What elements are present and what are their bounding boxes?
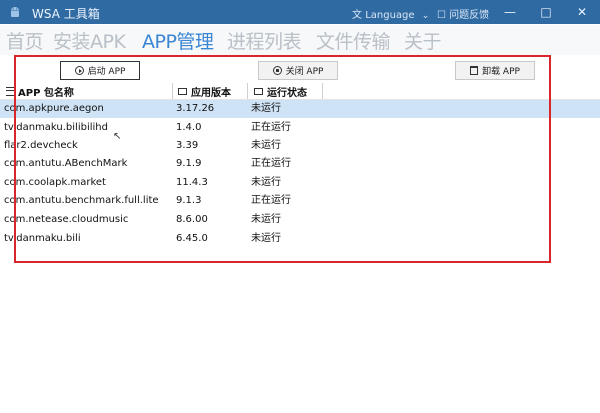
tab-app-management[interactable]: APP管理 [142, 27, 214, 54]
table-row[interactable]: com.apkpure.aegon 3.17.26 未运行 [0, 100, 600, 118]
feedback-button[interactable]: ☐ 问题反馈 [437, 6, 489, 21]
app-management-panel: 启动 APP 关闭 APP 卸载 APP APP 包名称 应用版本 运行状态 c… [0, 56, 600, 413]
tab-file-transfer[interactable]: 文件传输 [316, 27, 391, 54]
package-cell: tv.danmaku.bili [4, 233, 81, 244]
column-divider [247, 83, 248, 99]
mouse-cursor-icon: ↖ [113, 131, 122, 142]
chevron-down-icon: ⌄ [421, 11, 430, 21]
app-title: WSA 工具箱 [32, 7, 100, 21]
column-version-label: 应用版本 [191, 87, 231, 99]
package-cell: tv.danmaku.bilibilihd [4, 122, 108, 133]
status-cell: 未运行 [251, 103, 281, 114]
language-label: Language [365, 10, 415, 21]
minimize-button[interactable]: — [492, 0, 528, 24]
nav-tabs: 首页 安装APK APP管理 进程列表 文件传输 关于 [0, 25, 600, 55]
start-app-label: 启动 APP [87, 67, 126, 77]
column-package-label: APP 包名称 [18, 87, 74, 99]
maximize-icon: □ [540, 5, 552, 19]
version-icon [178, 87, 187, 95]
translate-icon: 文 [352, 10, 362, 21]
list-icon [6, 86, 14, 96]
table-header: APP 包名称 应用版本 运行状态 [0, 83, 600, 100]
status-cell: 未运行 [251, 214, 281, 225]
tab-home[interactable]: 首页 [6, 27, 44, 54]
language-selector[interactable]: 文 Language ⌄ [352, 6, 429, 21]
column-version[interactable]: 应用版本 [178, 83, 231, 99]
package-cell: com.coolapk.market [4, 177, 106, 188]
version-cell: 11.4.3 [176, 177, 208, 188]
table-row[interactable]: com.antutu.ABenchMark 9.1.9 正在运行 [0, 155, 600, 173]
close-icon: ✕ [576, 5, 588, 19]
status-cell: 未运行 [251, 177, 281, 188]
table-row[interactable]: tv.danmaku.bilibilihd 1.4.0 正在运行 [0, 119, 600, 137]
status-cell: 正在运行 [251, 158, 291, 169]
column-status[interactable]: 运行状态 [254, 83, 307, 99]
table-row[interactable]: com.antutu.benchmark.full.lite 9.1.3 正在运… [0, 192, 600, 210]
android-icon [11, 7, 19, 17]
package-cell: flar2.devcheck [4, 140, 78, 151]
status-cell: 正在运行 [251, 195, 291, 206]
version-cell: 1.4.0 [176, 122, 202, 133]
column-divider [172, 83, 173, 99]
tab-about[interactable]: 关于 [404, 27, 442, 54]
close-app-label: 关闭 APP [285, 67, 324, 77]
minimize-icon: — [504, 5, 516, 19]
uninstall-app-label: 卸载 APP [482, 67, 520, 77]
column-divider [322, 83, 323, 99]
title-bar: WSA 工具箱 文 Language ⌄ ☐ 问题反馈 — □ ✕ [0, 0, 600, 24]
table-row[interactable]: com.netease.cloudmusic 8.6.00 未运行 [0, 211, 600, 229]
version-cell: 8.6.00 [176, 214, 208, 225]
play-icon [74, 66, 84, 75]
trash-icon [470, 66, 479, 75]
close-app-button[interactable]: 关闭 APP [258, 61, 338, 80]
status-cell: 未运行 [251, 233, 281, 244]
status-cell: 正在运行 [251, 122, 291, 133]
feedback-label: 问题反馈 [449, 10, 490, 21]
table-row[interactable]: tv.danmaku.bili 6.45.0 未运行 [0, 230, 600, 248]
status-cell: 未运行 [251, 140, 281, 151]
table-row[interactable]: com.coolapk.market 11.4.3 未运行 [0, 174, 600, 192]
version-cell: 6.45.0 [176, 233, 208, 244]
column-package[interactable]: APP 包名称 [6, 83, 74, 99]
package-cell: com.antutu.benchmark.full.lite [4, 195, 159, 206]
maximize-button[interactable]: □ [528, 0, 564, 24]
version-cell: 3.17.26 [176, 103, 215, 114]
version-cell: 3.39 [176, 140, 199, 151]
stop-icon [272, 66, 282, 75]
table-row[interactable]: flar2.devcheck 3.39 未运行 [0, 137, 600, 155]
package-cell: com.antutu.ABenchMark [4, 158, 128, 169]
wsa-toolbox-window: WSA 工具箱 文 Language ⌄ ☐ 问题反馈 — □ ✕ 首页 安装A… [0, 0, 600, 413]
status-icon [254, 87, 263, 95]
uninstall-app-button[interactable]: 卸载 APP [455, 61, 535, 80]
feedback-icon: ☐ [437, 10, 446, 21]
version-cell: 9.1.3 [176, 195, 202, 206]
column-status-label: 运行状态 [267, 87, 307, 99]
tab-install-apk[interactable]: 安装APK [53, 27, 126, 54]
close-button[interactable]: ✕ [564, 0, 600, 24]
package-cell: com.netease.cloudmusic [4, 214, 129, 225]
version-cell: 9.1.9 [176, 158, 202, 169]
package-cell: com.apkpure.aegon [4, 103, 104, 114]
start-app-button[interactable]: 启动 APP [60, 61, 140, 80]
tab-process-list[interactable]: 进程列表 [227, 27, 302, 54]
